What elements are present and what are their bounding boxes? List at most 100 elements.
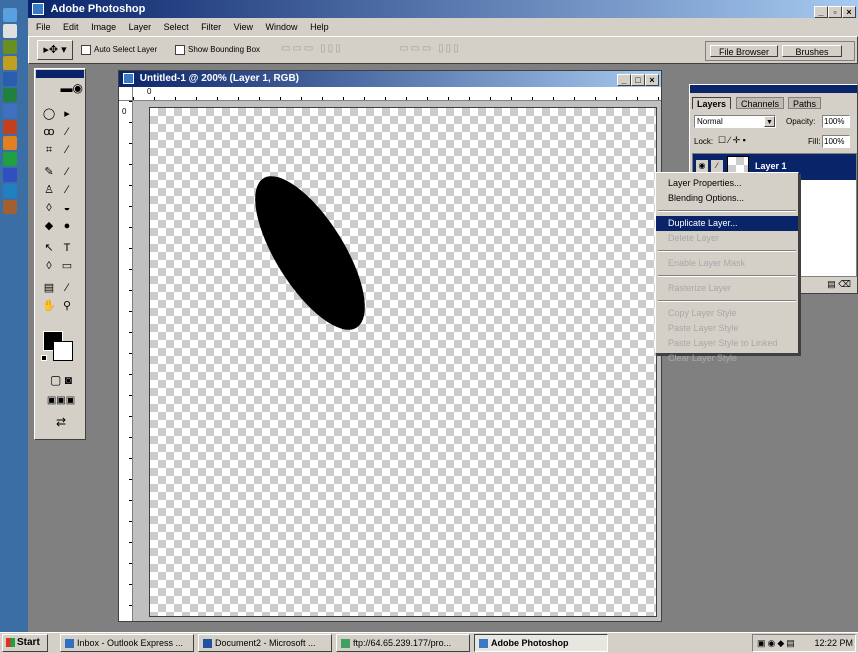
desktop-shortcut-icon[interactable] (3, 120, 17, 134)
layer-name[interactable]: Layer 1 (755, 161, 787, 171)
menu-window[interactable]: Window (266, 22, 298, 32)
desktop-shortcut-icon[interactable] (3, 136, 17, 150)
chevron-down-icon[interactable]: ▼ (764, 116, 775, 127)
lock-icons[interactable]: ☐ ∕ ✛ ▪ (718, 135, 746, 146)
taskbar-button-word[interactable]: Document2 - Microsoft ... (198, 634, 332, 652)
menu-item-copy-layer-style[interactable]: Copy Layer Style (656, 306, 798, 321)
taskbar-button-photoshop[interactable]: Adobe Photoshop (474, 634, 608, 652)
horizontal-ruler[interactable]: 0 (133, 87, 661, 101)
brushes-tab[interactable]: Brushes (782, 45, 842, 57)
tool-preset-picker[interactable]: ▸✥ ▾ (37, 40, 73, 60)
menu-item-delete-layer[interactable]: Delete Layer (656, 231, 798, 246)
adobe-online-button[interactable]: ▬◉ (39, 81, 83, 101)
move-tool-icon[interactable]: ▸ (58, 105, 76, 123)
hand-tool-icon[interactable]: ✋ (40, 297, 58, 315)
desktop-shortcut-icon[interactable] (3, 88, 17, 102)
slice-tool-icon[interactable]: ∕ (58, 141, 76, 159)
pen-tool-icon[interactable]: ◊ (40, 257, 58, 275)
eraser-tool-icon[interactable]: ◊ (40, 199, 58, 217)
desktop-shortcut-icon[interactable] (3, 40, 17, 54)
clock[interactable]: 12:22 PM (814, 635, 853, 651)
clone-stamp-tool-icon[interactable]: ♙ (40, 181, 58, 199)
menu-item-rasterize-layer[interactable]: Rasterize Layer (656, 281, 798, 296)
doc-minimize-button[interactable]: _ (617, 74, 631, 86)
desktop-shortcut-icon[interactable] (3, 104, 17, 118)
menu-image[interactable]: Image (91, 22, 116, 32)
dodge-tool-icon[interactable]: ● (58, 217, 76, 235)
restore-button[interactable]: ▫ (828, 6, 842, 18)
document-title-bar[interactable]: Untitled-1 @ 200% (Layer 1, RGB) _ □ × (119, 71, 661, 87)
start-button[interactable]: Start (2, 634, 48, 652)
menu-item-duplicate-layer[interactable]: Duplicate Layer... (656, 216, 798, 231)
magic-wand-tool-icon[interactable]: ⁄ (58, 123, 76, 141)
jump-to-imageready-button[interactable]: ⇄ (45, 415, 77, 431)
desktop-shortcut-icon[interactable] (3, 72, 17, 86)
tray-icons[interactable]: ▣◉◆▤ (757, 638, 797, 648)
paths-tab[interactable]: Paths (788, 97, 822, 109)
crop-tool-icon[interactable]: ⌗ (40, 141, 58, 159)
desktop-shortcut-icon[interactable] (3, 56, 17, 70)
doc-close-button[interactable]: × (645, 74, 659, 86)
menu-filter[interactable]: Filter (201, 22, 221, 32)
menu-item-enable-layer-mask[interactable]: Enable Layer Mask (656, 256, 798, 271)
paint-bucket-tool-icon[interactable]: ◒ (58, 199, 76, 217)
ruler-corner[interactable] (119, 87, 133, 101)
menu-item-blending-options[interactable]: Blending Options... (656, 191, 798, 206)
quick-mask-buttons[interactable]: ▢ ◙ (41, 373, 81, 389)
menu-item-layer-properties[interactable]: Layer Properties... (656, 176, 798, 191)
transparent-canvas[interactable] (149, 107, 657, 617)
brush-link-icon[interactable]: ∕ (711, 160, 723, 172)
palette-title-bar[interactable] (690, 85, 857, 93)
file-browser-tab[interactable]: File Browser (710, 45, 778, 57)
desktop-shortcut-icon[interactable] (3, 152, 17, 166)
align-buttons-group[interactable]: ▭▭▭ ▯▯▯ (281, 43, 391, 57)
app-title-bar[interactable]: Adobe Photoshop _ ▫ × (28, 0, 858, 18)
background-color-swatch[interactable] (53, 341, 73, 361)
type-tool-icon[interactable]: T (58, 239, 76, 257)
desktop-shortcut-icon[interactable] (3, 168, 17, 182)
default-colors-icon[interactable] (41, 355, 47, 361)
doc-maximize-button[interactable]: □ (631, 74, 645, 86)
menu-item-paste-layer-style-linked[interactable]: Paste Layer Style to Linked (656, 336, 798, 351)
zoom-tool-icon[interactable]: ⚲ (58, 297, 76, 315)
minimize-button[interactable]: _ (814, 6, 828, 18)
lasso-tool-icon[interactable]: ꝏ (40, 123, 58, 141)
desktop-shortcut-icon[interactable] (3, 184, 17, 198)
fill-field[interactable]: 100% (822, 135, 850, 148)
notes-tool-icon[interactable]: ▤ (40, 279, 58, 297)
brush-tool-icon[interactable]: ∕ (58, 163, 76, 181)
ellipse-shape[interactable] (150, 108, 657, 617)
path-selection-tool-icon[interactable]: ↖ (40, 239, 58, 257)
desktop-shortcut-icon[interactable] (3, 24, 17, 38)
vertical-ruler[interactable]: 0 (119, 101, 133, 621)
distribute-buttons-group[interactable]: ▭▭▭ ▯▯▯ (399, 43, 519, 57)
history-brush-tool-icon[interactable]: ∕ (58, 181, 76, 199)
menu-view[interactable]: View (234, 22, 253, 32)
opacity-field[interactable]: 100% (822, 115, 850, 128)
menu-file[interactable]: File (36, 22, 51, 32)
marquee-tool-icon[interactable]: ◯ (40, 105, 58, 123)
menu-edit[interactable]: Edit (63, 22, 79, 32)
eye-icon[interactable]: ◉ (696, 160, 708, 172)
show-bounding-checkbox[interactable]: Show Bounding Box (175, 44, 260, 56)
menu-help[interactable]: Help (310, 22, 329, 32)
close-button[interactable]: × (842, 6, 856, 18)
layers-tab[interactable]: Layers (692, 97, 732, 109)
toolbox-title-bar[interactable] (36, 70, 84, 78)
blend-mode-select[interactable]: Normal ▼ (694, 115, 776, 128)
auto-select-checkbox[interactable]: Auto Select Layer (81, 44, 157, 56)
taskbar-button-outlook[interactable]: Inbox - Outlook Express ... (60, 634, 194, 652)
screen-mode-buttons[interactable]: ▣▣▣ (41, 395, 81, 409)
eyedropper-tool-icon[interactable]: ∕ (58, 279, 76, 297)
healing-brush-tool-icon[interactable]: ✎ (40, 163, 58, 181)
desktop-shortcut-icon[interactable] (3, 8, 17, 22)
menu-select[interactable]: Select (164, 22, 189, 32)
taskbar-button-ftp[interactable]: ftp://64.65.239.177/pro... (336, 634, 470, 652)
menu-layer[interactable]: Layer (129, 22, 152, 32)
rectangle-tool-icon[interactable]: ▭ (58, 257, 76, 275)
menu-item-clear-layer-style[interactable]: Clear Layer Style (656, 351, 798, 366)
desktop-shortcut-icon[interactable] (3, 200, 17, 214)
channels-tab[interactable]: Channels (736, 97, 785, 109)
menu-item-paste-layer-style[interactable]: Paste Layer Style (656, 321, 798, 336)
blur-tool-icon[interactable]: ◆ (40, 217, 58, 235)
